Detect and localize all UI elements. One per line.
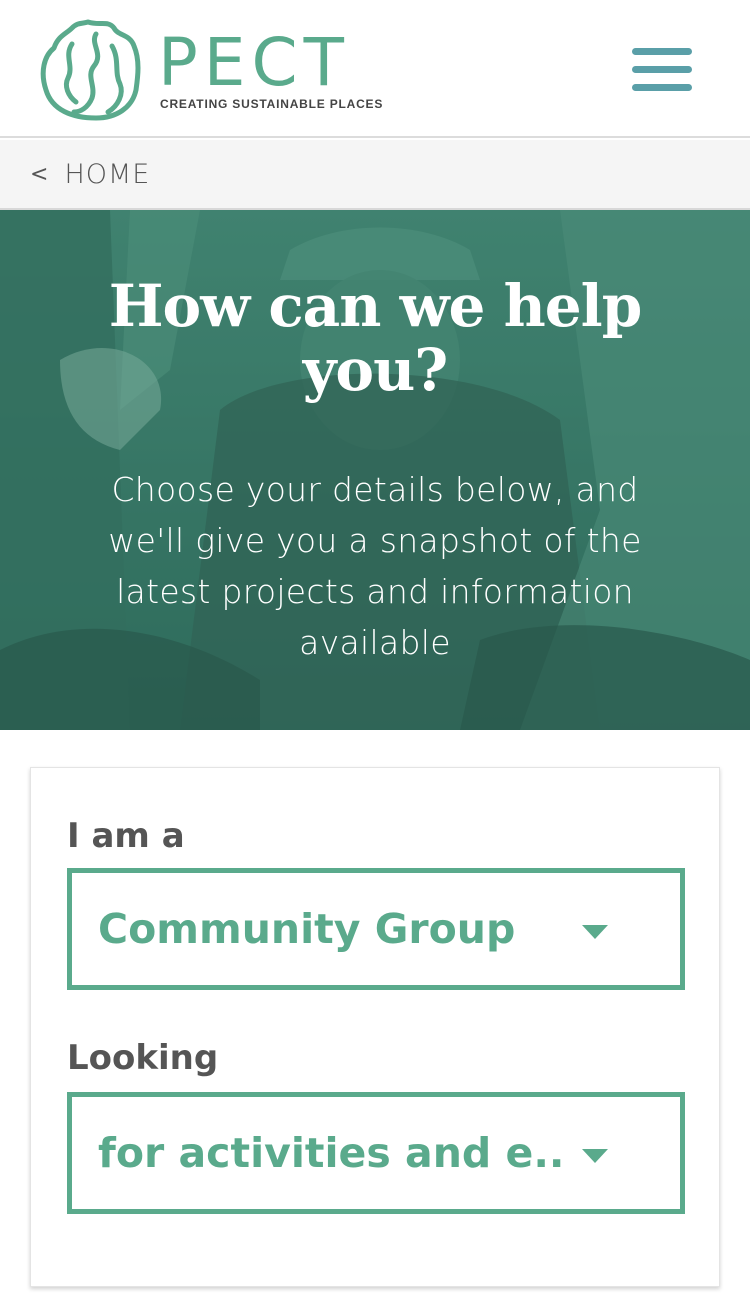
breadcrumb-home-label: HOME [64,158,151,190]
i-am-a-select[interactable]: Community Group [67,868,685,990]
menu-bar-middle [632,66,692,73]
hamburger-menu-button[interactable] [628,44,694,96]
hero-subtitle: Choose your details below, and we'll giv… [108,470,642,662]
i-am-a-label: I am a [67,816,185,856]
caret-down-icon [582,1149,608,1163]
hero-title: How can we help you? [108,272,643,404]
i-am-a-selected-value: Community Group [98,905,516,953]
logo-wordmark: PECT [158,24,350,101]
hero-banner: How can we help you? Choose your details… [0,210,750,730]
chevron-left-icon: < [30,161,49,187]
preference-form-card: I am a Community Group Looking for activ… [30,767,720,1287]
menu-bar-bottom [632,84,692,91]
menu-bar-top [632,48,692,55]
breadcrumb-home-link[interactable]: < HOME [30,156,150,192]
leaf-flame-logo-icon [40,19,141,121]
looking-for-select[interactable]: for activities and e... [67,1092,685,1214]
site-header: PECT CREATING SUSTAINABLE PLACES [0,0,750,138]
breadcrumb: < HOME [0,140,750,210]
looking-for-selected-value: for activities and e... [98,1129,568,1177]
logo-tagline: CREATING SUSTAINABLE PLACES [160,97,384,111]
looking-label: Looking [67,1038,219,1078]
caret-down-icon [582,925,608,939]
pect-logo[interactable]: PECT CREATING SUSTAINABLE PLACES [38,16,382,124]
